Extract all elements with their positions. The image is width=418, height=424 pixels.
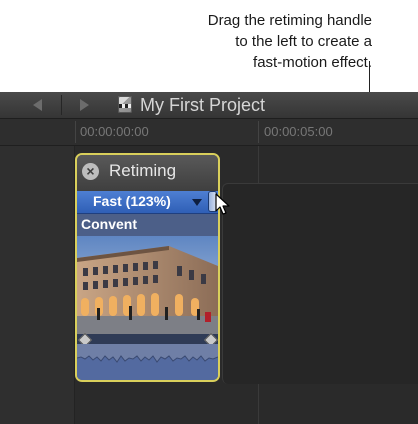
callout-text: Drag the retiming handle to the left to … [72, 10, 372, 73]
speed-label[interactable]: Fast (123%) [93, 193, 171, 209]
callout-line-3: fast-motion effect. [253, 54, 372, 71]
empty-storyline-lane [222, 183, 418, 384]
clip-name: Convent [81, 216, 137, 232]
close-icon[interactable]: × [82, 163, 99, 180]
ruler-tick [75, 121, 76, 143]
timeline-toolbar: My First Project [0, 92, 418, 119]
retiming-speed-bar[interactable]: Fast (123%) [77, 191, 218, 214]
timecode-5s: 00:00:05:00 [264, 124, 333, 139]
speed-menu-triangle-icon[interactable] [192, 199, 202, 206]
callout-line-1: Drag the retiming handle [207, 12, 372, 29]
callout-line-2: to the left to create a [235, 33, 372, 50]
toolbar-divider [61, 95, 62, 115]
video-clip-convent[interactable]: × Retiming Fast (123%) Convent [75, 153, 220, 382]
forward-arrow-icon[interactable] [80, 99, 89, 111]
keyframe-bar [77, 332, 218, 348]
clip-name-bar: Convent [77, 214, 218, 236]
clip-thumbnail-image [77, 236, 218, 334]
retiming-title: Retiming [109, 161, 177, 180]
timecode-start: 00:00:00:00 [80, 124, 149, 139]
audio-waveform [77, 344, 218, 380]
timecode-ruler[interactable]: 00:00:00:00 00:00:05:00 [0, 119, 418, 146]
mouse-pointer-icon [214, 193, 236, 217]
project-title: My First Project [140, 95, 266, 115]
ruler-tick [258, 121, 259, 143]
project-clapper-icon [118, 96, 132, 113]
timeline-gutter [0, 146, 75, 424]
back-arrow-icon[interactable] [33, 99, 42, 111]
retiming-header: × Retiming [77, 155, 218, 191]
